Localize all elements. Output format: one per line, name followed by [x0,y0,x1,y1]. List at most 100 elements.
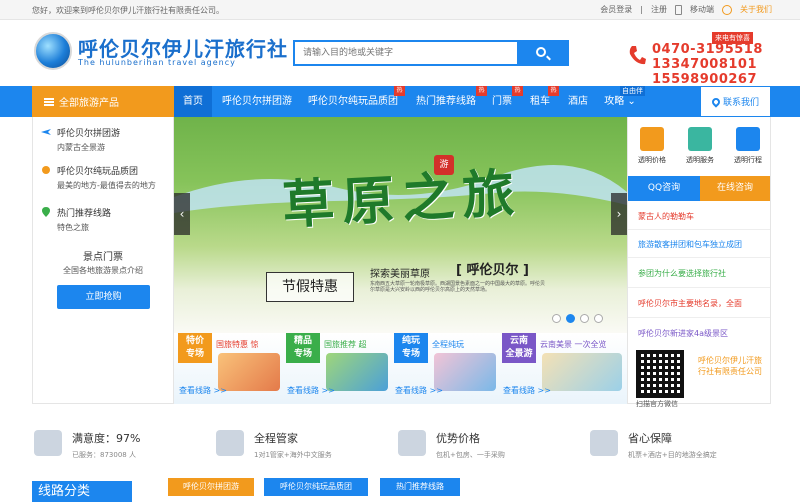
main-nav: 全部旅游产品 首页 呼伦贝尔拼团游 呼伦贝尔纯玩品质团 热 热门推荐线路 热 门… [0,86,800,117]
all-categories-button[interactable]: 全部旅游产品 [32,86,174,117]
buy-now-button[interactable]: 立即抢购 [57,285,150,309]
promo-tag: 特价 专场 [178,333,212,363]
ticket-subtitle: 全国各地旅游景点介绍 [63,266,143,275]
sidebar-item-title: 呼伦贝尔拼团游 [57,129,121,139]
banner-explore-text: 探索美丽草原 [370,269,430,280]
promise-title: 全程管家 [254,432,298,445]
news-item[interactable]: 呼伦贝尔新进家4a级景区 [638,328,766,339]
sidebar-item-sub: 内蒙古全景游 [57,143,105,152]
promo-tag-line: 专场 [185,349,204,359]
promise-sub: 机票+酒店+目的地游全搞定 [628,451,717,459]
mobile-link[interactable]: 移动端 [690,4,714,15]
promo-card-premium[interactable]: 精品 专场 国旅推荐 超 查看线路 >> [282,333,390,404]
search-icon [536,47,546,57]
view-routes-link[interactable]: 查看线路 >> [287,385,335,396]
phone-number[interactable]: 0470-3195518 [652,42,763,57]
promise-title: 优势价格 [436,432,480,445]
promo-card-special[interactable]: 特价 专场 国旅特惠 惊 查看线路 >> [174,333,282,404]
sidebar-item-sub: 最美的地方-最值得去的地方 [57,181,156,190]
banner-destination-text: 呼伦贝尔 [466,263,519,278]
promo-tag: 纯玩 专场 [394,333,428,363]
route-tab-quality-tour[interactable]: 呼伦贝尔纯玩品质团 [264,478,368,496]
price-icon [640,127,664,151]
promo-tag-line: 专场 [293,349,312,359]
nav-quality-tour[interactable]: 呼伦贝尔纯玩品质团 [302,86,404,117]
banner-prev-button[interactable]: ‹ [174,193,190,235]
route-tab-group-tour[interactable]: 呼伦贝尔拼团游 [168,478,254,496]
sidebar-item-group-tour[interactable]: 呼伦贝尔拼团游 内蒙古全景游 [33,125,173,161]
feature-label: 透明价格 [638,156,666,164]
register-link[interactable]: 注册 [651,4,667,15]
ticket-title[interactable]: 景点门票 [33,248,173,263]
view-routes-link[interactable]: 查看线路 >> [179,385,227,396]
nav-home[interactable]: 首页 [174,86,212,117]
map-pin-icon [42,207,50,217]
feature-transparent-service[interactable]: 透明服务 [676,127,724,165]
banner-pager [552,314,603,323]
news-item[interactable]: 旅游散客拼团和包车独立成团 [638,239,766,250]
feature-label: 透明服务 [686,156,714,164]
mobile-icon [675,4,682,15]
login-link[interactable]: 会员登录 [600,4,632,15]
logo-globe-icon[interactable] [34,32,72,70]
hot-badge: 热 [394,86,405,96]
promo-tag-line: 专场 [401,349,420,359]
contact-button[interactable]: 联系我们 [700,86,771,117]
welcome-text: 您好，欢迎来到呼伦贝尔伊儿汗旅行社有限责任公司。 [32,6,224,15]
feature-transparent-itinerary[interactable]: 透明行程 [724,127,772,165]
nav-hot-routes[interactable]: 热门推荐线路 [408,86,484,117]
online-consult-tab[interactable]: 在线咨询 [700,176,770,201]
view-routes-link[interactable]: 查看线路 >> [395,385,443,396]
banner-dot[interactable] [594,314,603,323]
sun-icon [42,166,50,174]
phone-number[interactable]: 13347008101 [652,57,763,72]
follow-link[interactable]: 关于我们 [740,4,772,15]
money-icon [398,430,426,456]
promo-tag-line: 全景游 [505,349,533,359]
shield-icon [590,430,618,456]
service-panel: 透明价格 透明服务 透明行程 QQ咨询 在线咨询 蒙古人的勒勒车 旅游散客拼团和… [627,117,772,408]
qr-company-name: 呼伦贝尔伊儿汗旅行社有限责任公司 [698,356,762,376]
heart-icon [34,430,62,456]
free-travel-badge: 自由伴 [620,86,645,96]
sidebar-item-hot-routes[interactable]: 热门推荐线路 特色之旅 [33,205,173,241]
promo-title: 国旅推荐 超 [324,340,367,349]
hot-badge: 热 [512,86,523,96]
promo-image [434,353,496,391]
hot-badge: 热 [548,86,559,96]
search-input[interactable] [295,42,519,64]
phone-number[interactable]: 15598900267 [652,72,763,87]
promo-title: 云南美景 一次全览 [540,340,607,349]
news-item[interactable]: 参团为什么要选择旅行社 [638,268,766,279]
chevron-down-icon: ⌄ [627,96,636,107]
person-icon [216,430,244,456]
banner-slogan: 草原之旅 [280,162,524,237]
search-button[interactable] [517,42,567,64]
banner-dot[interactable] [580,314,589,323]
banner-seal: 游 [434,155,454,175]
promise-title: 满意度：97% [72,432,141,445]
route-tab-hot-routes[interactable]: 热门推荐线路 [380,478,460,496]
news-item[interactable]: 蒙古人的勒勒车 [638,211,766,222]
feature-transparent-price[interactable]: 透明价格 [628,127,676,165]
view-routes-link[interactable]: 查看线路 >> [503,385,551,396]
category-sidebar: 呼伦贝尔拼团游 内蒙古全景游 呼伦贝尔纯玩品质团 最美的地方-最值得去的地方 热… [32,117,174,404]
promo-image [326,353,388,391]
hotline-numbers: 0470-3195518 13347008101 15598900267 [652,42,763,87]
nav-guide-label: 攻略 [604,96,625,107]
banner-next-button[interactable]: › [611,193,627,235]
sidebar-item-quality-tour[interactable]: 呼伦贝尔纯玩品质团 最美的地方-最值得去的地方 [33,163,173,199]
divider [628,229,770,230]
nav-group-tour[interactable]: 呼伦贝尔拼团游 [214,86,300,117]
plane-icon [41,129,51,135]
banner-dot[interactable] [552,314,561,323]
hero-banner[interactable]: 草原之旅 游 节假特惠 探索美丽草原 [ 呼伦贝尔 ] 东南西五大草原一轮南极草… [174,117,627,333]
promo-card-yunnan[interactable]: 云南 全景游 云南美景 一次全览 查看线路 >> [498,333,627,404]
divider: | [640,5,643,14]
qq-consult-tab[interactable]: QQ咨询 [628,176,700,201]
promo-card-pure-tour[interactable]: 纯玩 专场 全程纯玩 查看线路 >> [390,333,498,404]
news-item[interactable]: 呼伦贝尔市主要地名录，全面 [638,298,766,309]
nav-hotel[interactable]: 酒店 [562,86,594,117]
promo-image [542,353,622,391]
banner-dot-active[interactable] [566,314,575,323]
